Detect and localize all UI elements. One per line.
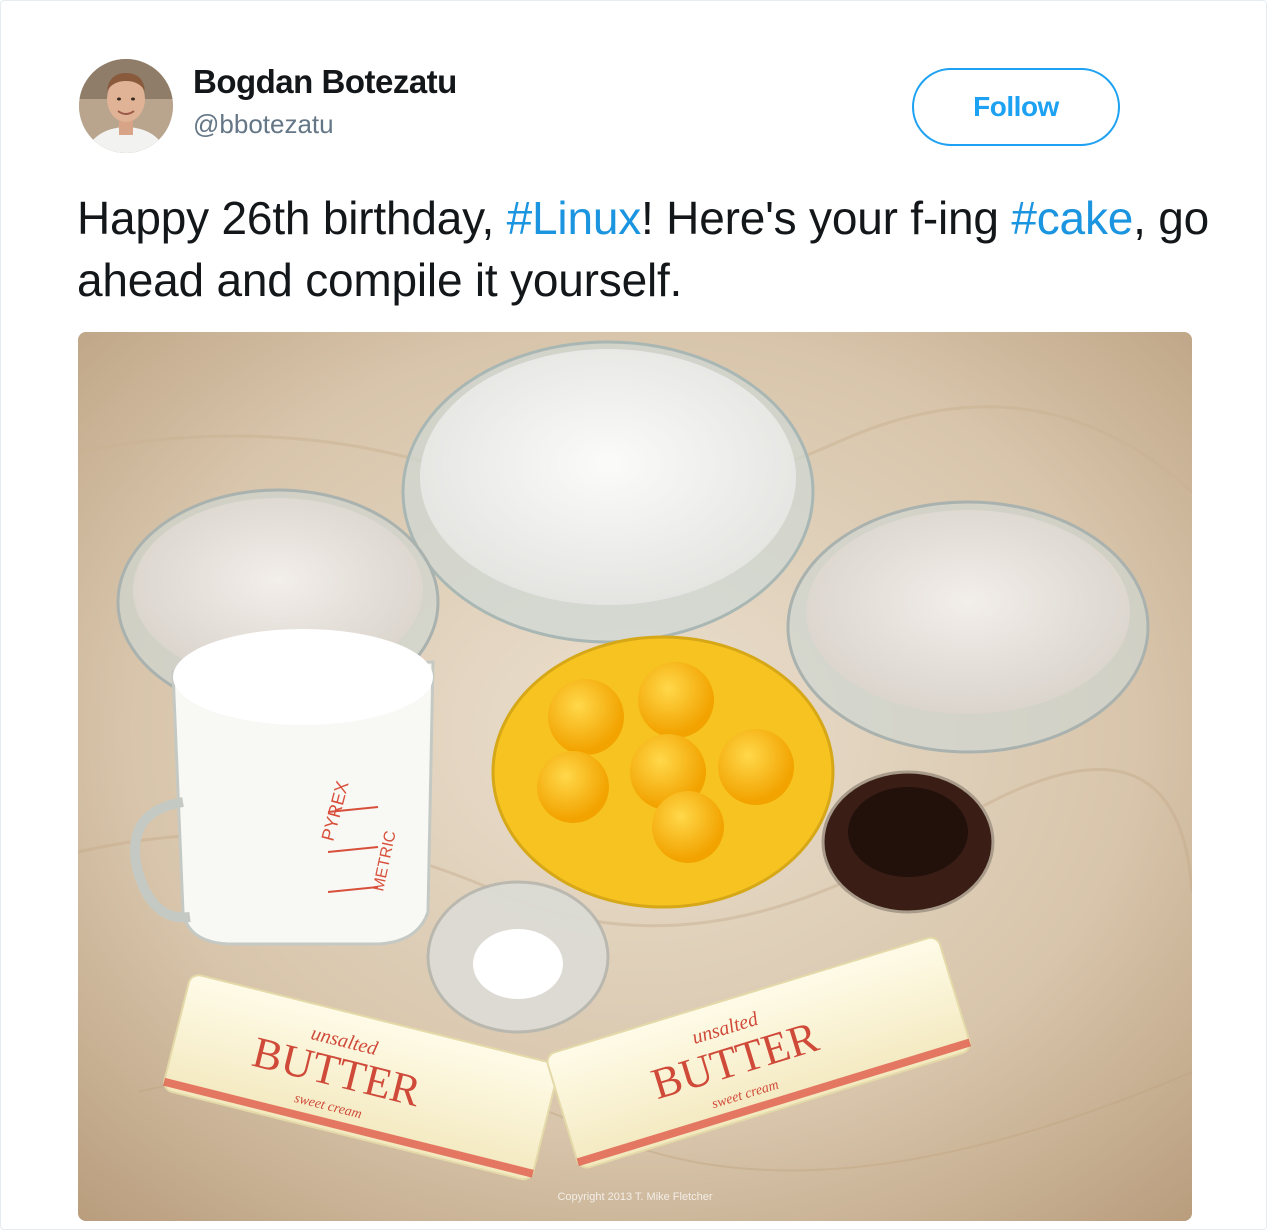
author-avatar[interactable] [79, 59, 173, 153]
follow-button[interactable]: Follow [912, 68, 1120, 146]
photo-watermark: Copyright 2013 T. Mike Fletcher [557, 1191, 713, 1203]
cake-ingredients-photo-icon: PYREX METRIC unsalted BUTTER sweet cream [78, 332, 1192, 1221]
tweet-text-segment: ! Here's your f-ing [641, 192, 1012, 244]
tweet-text: Happy 26th birthday, #Linux! Here's your… [77, 187, 1217, 311]
hashtag-cake-link[interactable]: #cake [1011, 192, 1133, 244]
user-avatar-icon [79, 59, 173, 153]
author-name[interactable]: Bogdan Botezatu [193, 63, 457, 101]
hashtag-linux-link[interactable]: #Linux [507, 192, 642, 244]
author-handle[interactable]: @bbotezatu [193, 109, 334, 140]
tweet-media-photo[interactable]: PYREX METRIC unsalted BUTTER sweet cream [78, 332, 1192, 1221]
tweet-text-segment: Happy 26th birthday, [77, 192, 507, 244]
tweet-card: Bogdan Botezatu @bbotezatu Follow Happy … [0, 0, 1267, 1230]
